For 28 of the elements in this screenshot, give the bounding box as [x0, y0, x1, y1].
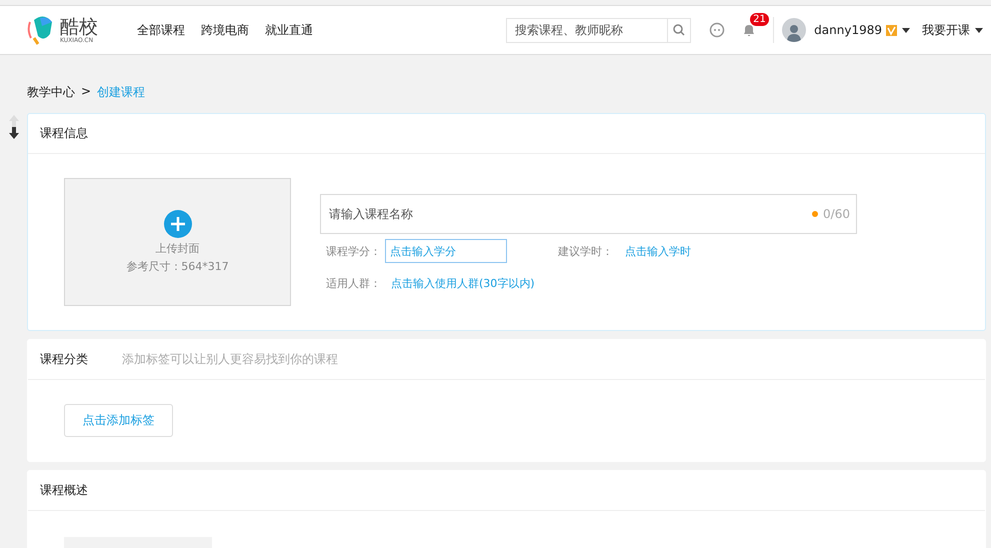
user-name[interactable]: danny1989: [814, 23, 882, 37]
notification-badge: 21: [750, 13, 769, 26]
nav-link[interactable]: 全部课程: [137, 22, 185, 38]
nav-link[interactable]: 跨境电商: [201, 22, 249, 38]
character-counter: 0/60: [823, 207, 850, 221]
teach-menu[interactable]: 我要开课: [922, 22, 983, 38]
breadcrumb-link[interactable]: 教学中心: [27, 84, 75, 113]
breadcrumb-separator: >: [81, 84, 92, 100]
card-title: 课程概述: [40, 482, 88, 499]
vip-icon: [886, 24, 897, 36]
status-dot-icon: [812, 211, 818, 217]
search-icon[interactable]: [667, 18, 692, 42]
nav-link[interactable]: 就业直通: [265, 22, 313, 38]
caret-icon: [975, 28, 983, 32]
category-hint: 添加标签可以让别人更容易找到你的课程: [122, 351, 338, 368]
search-field[interactable]: 搜索课程、教师昵称: [506, 18, 668, 42]
credit-field[interactable]: 点击输入学分: [385, 239, 507, 263]
arrow-down-icon[interactable]: [8, 127, 18, 139]
chat-icon[interactable]: [709, 22, 726, 38]
plus-icon: [164, 210, 192, 238]
hours-label: 建议学时：: [558, 244, 613, 258]
audience-label: 适用人群：: [326, 276, 381, 290]
card-title: 课程信息: [40, 125, 88, 142]
card-title: 课程分类: [40, 351, 88, 368]
logo-name: 酷校: [60, 16, 98, 36]
caret-icon[interactable]: [902, 28, 910, 32]
avatar-icon[interactable]: [782, 18, 806, 42]
credit-label: 课程学分：: [326, 244, 381, 258]
